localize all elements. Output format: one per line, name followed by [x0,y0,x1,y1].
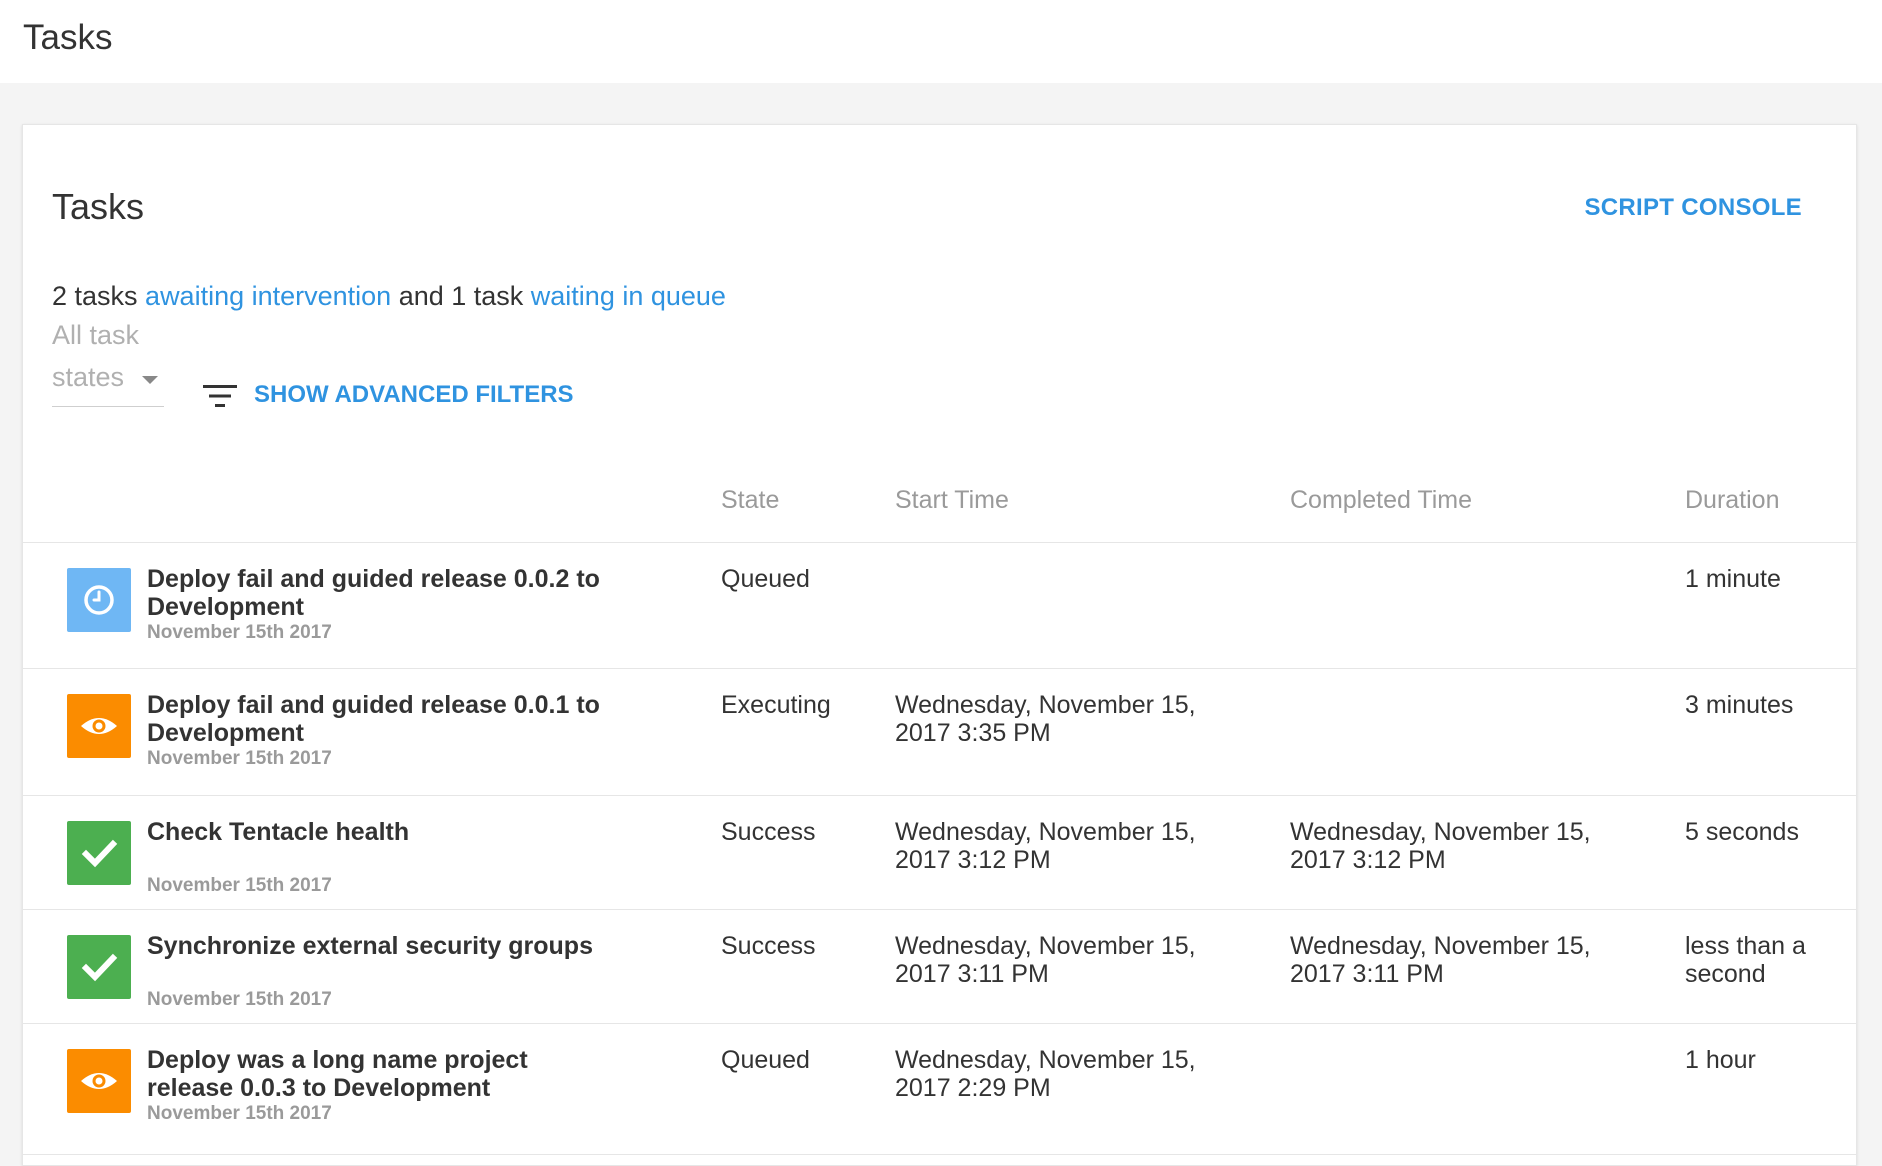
task-state: Queued [721,565,810,593]
check-icon [67,821,131,885]
task-name[interactable]: Synchronize external security groups [147,932,617,960]
column-header-completed-time: Completed Time [1290,486,1473,514]
task-name[interactable]: Deploy was a long name project release 0… [147,1046,617,1102]
task-duration: 5 seconds [1685,818,1799,846]
card-title: Tasks [52,186,145,227]
show-advanced-filters-button[interactable]: SHOW ADVANCED FILTERS [254,381,574,409]
task-completed-time: Wednesday, November 15, 2017 3:11 PM [1290,932,1591,988]
task-start-time: Wednesday, November 15, 2017 3:12 PM [895,818,1196,874]
task-name[interactable]: Check Tentacle health [147,818,617,846]
task-date: November 15th 2017 [147,1103,332,1124]
table-row[interactable]: Deploy was a long name project release 0… [23,1023,1856,1155]
top-bar: Tasks [0,0,1882,83]
page-title: Tasks [23,18,113,57]
waiting-in-queue-link[interactable]: waiting in queue [531,281,726,311]
eye-icon [67,1049,131,1113]
tasks-card: Tasks SCRIPT CONSOLE 2 tasks awaiting in… [22,124,1857,1166]
eye-icon [67,694,131,758]
task-summary: 2 tasks awaiting intervention and 1 task… [52,281,726,312]
task-date: November 15th 2017 [147,875,332,896]
task-date: November 15th 2017 [147,622,332,643]
awaiting-intervention-link[interactable]: awaiting intervention [145,281,391,311]
task-duration: 3 minutes [1685,691,1794,719]
summary-text-2: and 1 task [391,281,531,311]
table-row[interactable]: Deploy fail and guided release 0.0.1 to … [23,668,1856,796]
column-header-duration: Duration [1685,486,1780,514]
task-state: Queued [721,1046,810,1074]
task-start-time: Wednesday, November 15, 2017 3:35 PM [895,691,1196,747]
table-row[interactable]: Check Tentacle health November 15th 2017… [23,795,1856,910]
task-name[interactable]: Deploy fail and guided release 0.0.1 to … [147,691,617,747]
check-icon [67,935,131,999]
task-completed-time: Wednesday, November 15, 2017 3:12 PM [1290,818,1591,874]
table-row[interactable]: Deploy fail and guided release 0.0.2 to … [23,542,1856,669]
column-header-state: State [721,486,780,514]
task-state: Success [721,932,816,960]
task-duration: 1 minute [1685,565,1781,593]
clock-icon [67,568,131,632]
chevron-down-icon [142,376,158,384]
task-name[interactable]: Deploy fail and guided release 0.0.2 to … [147,565,617,621]
task-duration: 1 hour [1685,1046,1756,1074]
task-start-time: Wednesday, November 15, 2017 2:29 PM [895,1046,1196,1102]
task-state-select[interactable]: All task states [52,320,164,407]
summary-text-1: 2 tasks [52,281,146,311]
column-header-start-time: Start Time [895,486,1009,514]
table-row[interactable]: Synchronize external security groups Nov… [23,909,1856,1024]
task-state: Success [721,818,816,846]
task-state-select-label-line2: states [52,362,125,392]
task-state-select-label-line1: All task [52,320,140,350]
filter-icon[interactable] [203,383,237,409]
script-console-button[interactable]: SCRIPT CONSOLE [1584,194,1802,222]
task-date: November 15th 2017 [147,748,332,769]
task-duration: less than a second [1685,932,1806,988]
task-start-time: Wednesday, November 15, 2017 3:11 PM [895,932,1196,988]
task-date: November 15th 2017 [147,989,332,1010]
task-state: Executing [721,691,831,719]
